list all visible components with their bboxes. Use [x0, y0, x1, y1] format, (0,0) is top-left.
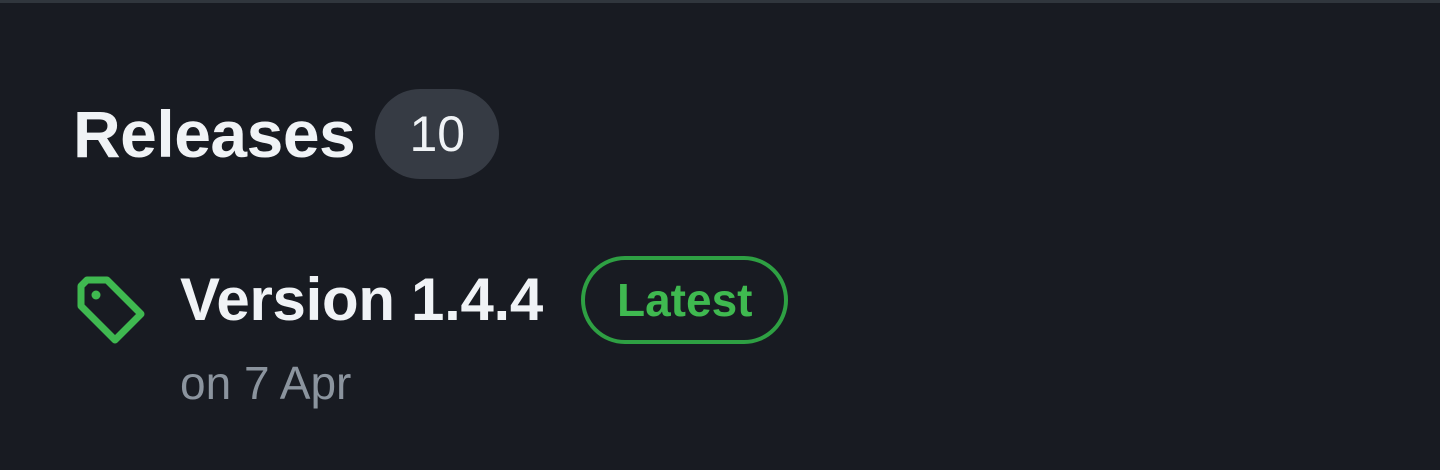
- release-date: on 7 Apr: [180, 357, 352, 409]
- top-divider: [0, 0, 1440, 3]
- releases-panel: Releases 10 Version 1.4.4 Latest on 7 Ap…: [0, 0, 1440, 470]
- releases-header[interactable]: Releases 10: [73, 88, 500, 180]
- tag-icon: [73, 274, 147, 348]
- releases-title[interactable]: Releases: [73, 101, 356, 167]
- release-name-link[interactable]: Version 1.4.4: [180, 270, 543, 330]
- releases-count-badge: 10: [375, 89, 500, 179]
- release-title-line: Version 1.4.4 Latest: [180, 252, 789, 348]
- latest-badge: Latest: [581, 256, 789, 344]
- release-item[interactable]: Version 1.4.4 Latest on 7 Apr: [73, 252, 1073, 422]
